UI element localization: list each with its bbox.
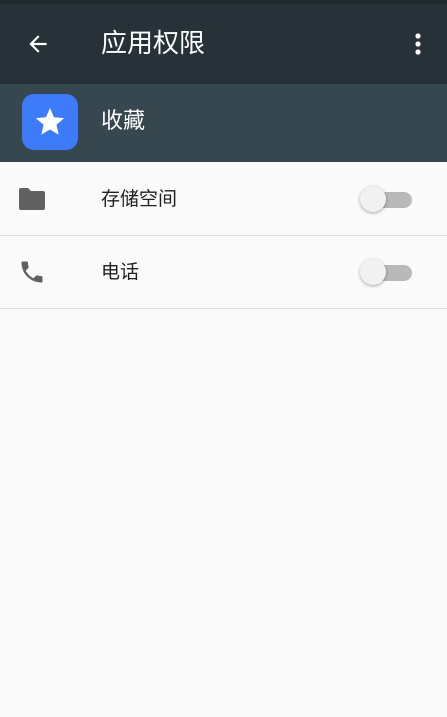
star-icon <box>35 107 65 135</box>
permission-label: 存储空间 <box>101 188 178 210</box>
storage-permission-toggle[interactable] <box>360 185 414 213</box>
app-name: 收藏 <box>101 109 146 134</box>
overflow-menu-button[interactable] <box>394 20 442 68</box>
phone-permission-toggle[interactable] <box>360 258 414 286</box>
app-icon <box>22 94 78 150</box>
arrow-back-icon <box>29 35 47 53</box>
phone-icon <box>21 261 43 283</box>
switch-thumb <box>360 259 386 285</box>
app-header: 收藏 <box>0 84 447 162</box>
permission-label: 电话 <box>101 261 140 283</box>
permission-row-phone[interactable]: 电话 <box>0 236 447 309</box>
back-button[interactable] <box>14 20 62 68</box>
toolbar: 应用权限 <box>0 4 447 84</box>
more-vert-icon <box>415 33 421 55</box>
switch-thumb <box>360 186 386 212</box>
page-title: 应用权限 <box>101 29 206 59</box>
folder-icon <box>19 188 45 210</box>
permission-row-storage[interactable]: 存储空间 <box>0 163 447 236</box>
